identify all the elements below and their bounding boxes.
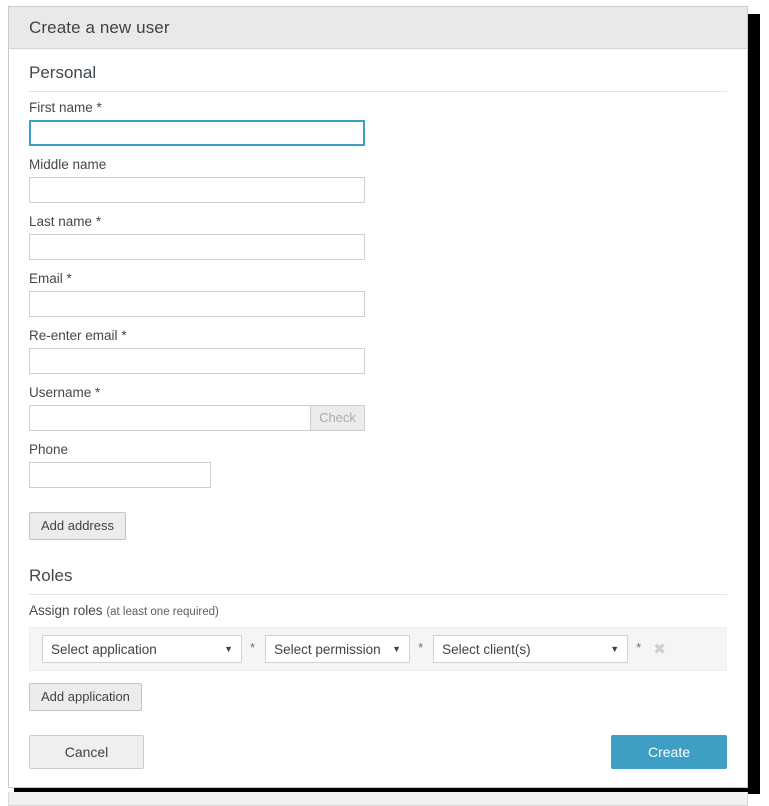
required-indicator: * (66, 271, 72, 286)
field-label-phone: Phone (29, 441, 727, 458)
username-input-group: Check (29, 405, 365, 431)
dialog-bottom-strip (8, 792, 748, 806)
section-heading-personal: Personal (29, 63, 727, 92)
required-indicator: * (95, 214, 102, 229)
reenter-email-input[interactable] (29, 348, 365, 374)
create-button[interactable]: Create (611, 735, 727, 769)
field-middle-name: Middle name (29, 156, 727, 203)
label-text: Middle name (29, 157, 107, 172)
required-indicator: * (95, 385, 101, 400)
dialog-body: Personal First name * Middle name Last n… (9, 49, 747, 719)
screen: Create a new user Personal First name * … (0, 0, 769, 806)
chevron-down-icon: ▼ (392, 643, 402, 654)
dialog-header: Create a new user (9, 7, 747, 49)
required-indicator: * (121, 328, 127, 343)
roles-row: Select application ▼ * Select permission… (29, 627, 727, 671)
field-label-username: Username * (29, 384, 727, 401)
field-email: Email * (29, 270, 727, 317)
create-user-dialog: Create a new user Personal First name * … (8, 6, 748, 788)
chevron-down-icon: ▼ (224, 643, 233, 654)
middle-name-input[interactable] (29, 177, 365, 203)
add-application-button[interactable]: Add application (29, 683, 142, 711)
required-indicator: * (96, 100, 102, 115)
field-label-reenter-email: Re-enter email * (29, 327, 727, 344)
field-username: Username * Check (29, 384, 727, 431)
select-clients[interactable]: Select client(s) ▼ (433, 635, 629, 663)
field-phone: Phone (29, 441, 727, 488)
label-text: Email (29, 271, 63, 286)
label-text: Phone (29, 442, 69, 457)
required-indicator-clients: * (636, 640, 642, 655)
close-icon[interactable]: ✖ (653, 642, 666, 657)
field-label-first-name: First name * (29, 99, 727, 116)
field-label-last-name: Last name * (29, 213, 727, 230)
field-label-email: Email * (29, 270, 727, 287)
email-input[interactable] (29, 291, 365, 317)
field-label-middle-name: Middle name (29, 156, 727, 173)
username-input[interactable] (29, 405, 310, 431)
chevron-down-icon: ▼ (610, 643, 620, 654)
field-reenter-email: Re-enter email * (29, 327, 727, 374)
select-application-wrapper: Select application ▼ (42, 635, 242, 663)
field-first-name: First name * (29, 99, 727, 146)
label-text: Last name (29, 214, 93, 229)
select-permission-wrapper: Select permission ▼ (265, 635, 411, 663)
field-last-name: Last name * (29, 213, 727, 260)
select-permission[interactable]: Select permission ▼ (265, 635, 411, 663)
check-username-button[interactable]: Check (310, 405, 365, 431)
select-clients-value: Select client(s) (442, 641, 531, 657)
label-text: Re-enter email (29, 328, 118, 343)
phone-input[interactable] (29, 462, 211, 488)
select-application-value: Select application (51, 641, 157, 657)
first-name-input[interactable] (29, 120, 365, 146)
label-text: Username (29, 385, 92, 400)
last-name-input[interactable] (29, 234, 365, 260)
required-indicator-application: * (250, 640, 256, 655)
dialog-title: Create a new user (29, 17, 170, 37)
select-application[interactable]: Select application ▼ (42, 635, 242, 663)
required-indicator-permission: * (418, 640, 424, 655)
add-address-button[interactable]: Add address (29, 512, 126, 540)
cancel-button[interactable]: Cancel (29, 735, 144, 769)
label-text: First name (29, 100, 93, 115)
select-clients-wrapper: Select client(s) ▼ (433, 635, 629, 663)
dialog-footer: Cancel Create (9, 719, 747, 787)
assign-roles-text: Assign roles (29, 603, 103, 618)
assign-roles-hint: (at least one required) (106, 606, 219, 618)
section-heading-roles: Roles (29, 566, 727, 595)
select-permission-value: Select permission (274, 641, 381, 657)
assign-roles-label: Assign roles (at least one required) (29, 602, 727, 621)
